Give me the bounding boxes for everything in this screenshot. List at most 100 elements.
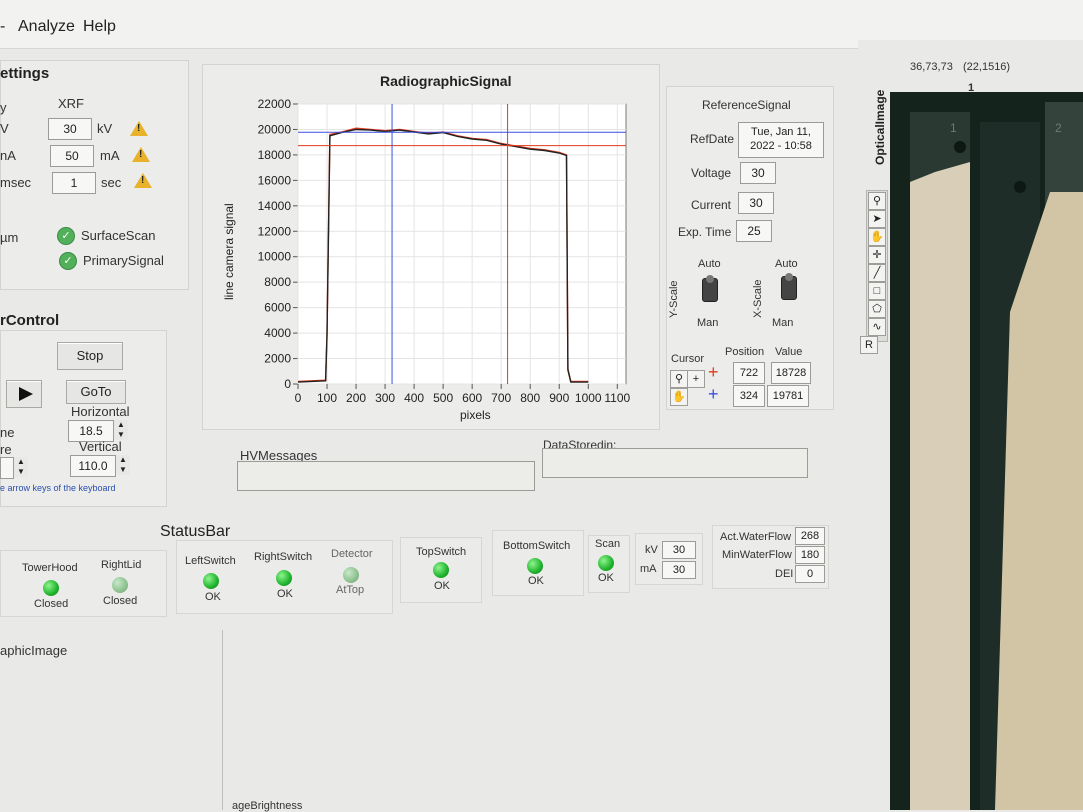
left-stepper[interactable]: ▲ ▼ xyxy=(13,457,28,477)
y-tick-label: 16000 xyxy=(258,173,292,187)
optical-header-strip xyxy=(858,40,1083,60)
pointer-icon[interactable]: ➤ xyxy=(868,210,886,228)
status-led-topswitch xyxy=(433,562,449,578)
vertical-stepper[interactable]: ▲ ▼ xyxy=(115,455,130,475)
status-led-leftswitch xyxy=(203,573,219,589)
optical-coords2: (22,1516) xyxy=(963,61,1011,73)
voltage-unit: kV xyxy=(97,121,113,136)
hand-icon[interactable]: ✋ xyxy=(670,388,688,406)
x-tick-label: 900 xyxy=(549,391,569,405)
status-state-towerhood: Closed xyxy=(34,598,69,610)
goto-button[interactable]: GoTo xyxy=(66,380,126,404)
settings-row-label-0: y xyxy=(0,100,7,115)
status-state-topswitch: OK xyxy=(434,580,450,592)
y-tick-label: 6000 xyxy=(264,301,291,315)
status-name-towerhood: TowerHood xyxy=(22,562,78,574)
stop-button[interactable]: Stop xyxy=(57,342,123,370)
optical-coords: 36,73,73 xyxy=(910,61,953,73)
re-label: re xyxy=(0,442,12,457)
x-tick-label: 400 xyxy=(404,391,424,405)
time-unit: sec xyxy=(101,175,122,190)
play-button[interactable] xyxy=(6,380,42,408)
voltage-ref-label: Voltage xyxy=(691,166,732,180)
current-unit: mA xyxy=(100,148,120,163)
status-led-rightlid xyxy=(112,577,128,593)
bottom-divider xyxy=(222,630,223,810)
x-tick-label: 700 xyxy=(491,391,511,405)
status-state-scan: OK xyxy=(598,572,614,584)
xscale-auto-label: Auto xyxy=(775,258,798,270)
time-input[interactable]: 1 xyxy=(52,172,96,194)
reset-button[interactable]: R xyxy=(860,336,878,354)
crosshair-icon[interactable]: ✛ xyxy=(868,246,886,264)
xscale-toggle[interactable] xyxy=(781,273,797,300)
current-input[interactable]: 50 xyxy=(50,145,94,167)
settings-title: ettings xyxy=(0,65,50,82)
cursor1-position: 722 xyxy=(733,362,765,384)
polygon-icon[interactable]: ⬠ xyxy=(868,300,886,318)
settings-row-label-2: nA xyxy=(0,148,16,163)
optical-title: OpticalImage xyxy=(873,89,887,165)
x-tick-label: 100 xyxy=(317,391,337,405)
check-icon: ✓ xyxy=(57,227,75,245)
chart-title: RadiographicSignal xyxy=(380,73,512,89)
x-tick-label: 300 xyxy=(375,391,395,405)
position-header: Position xyxy=(725,346,765,358)
refdate-line-1: Tue, Jan 11, xyxy=(751,126,811,138)
menu-help[interactable]: Help xyxy=(83,18,116,36)
vertical-input[interactable]: 110.0 xyxy=(70,455,116,477)
hv-messages-field xyxy=(237,461,535,491)
cursor2-position: 324 xyxy=(733,385,765,407)
y-tick-label: 14000 xyxy=(258,199,292,213)
status-name-topswitch: TopSwitch xyxy=(416,546,467,558)
y-tick-label: 8000 xyxy=(264,275,291,289)
y-tick-label: 4000 xyxy=(264,326,291,340)
status-ma-label: mA xyxy=(640,563,657,575)
primary-signal-label[interactable]: PrimarySignal xyxy=(83,253,164,268)
warning-icon xyxy=(134,173,152,188)
y-tick-label: 0 xyxy=(284,377,291,391)
x-tick-label: 0 xyxy=(295,391,302,405)
x-tick-label: 600 xyxy=(462,391,482,405)
status-led-towerhood xyxy=(43,580,59,596)
status-name-scan: Scan xyxy=(595,538,621,550)
status-state-bottomswitch: OK xyxy=(528,575,544,587)
left-field[interactable] xyxy=(0,457,14,479)
optical-image[interactable]: 1 2 xyxy=(890,92,1083,810)
y-tick-label: 12000 xyxy=(258,224,292,238)
status-kv-value: 30 xyxy=(662,541,696,559)
y-tick-label: 20000 xyxy=(258,122,292,136)
crosshair-icon[interactable]: + xyxy=(687,370,705,388)
svg-text:1: 1 xyxy=(950,121,957,135)
current-ref-value: 30 xyxy=(738,192,774,214)
line-icon[interactable]: ╱ xyxy=(868,264,886,282)
cursor1-marker-icon: + xyxy=(708,362,719,382)
status-state-rightswitch: OK xyxy=(277,588,293,600)
status-led-scan xyxy=(598,555,614,571)
x-tick-label: 500 xyxy=(433,391,453,405)
rectangle-icon[interactable]: □ xyxy=(868,282,886,300)
status-name-rightswitch: RightSwitch xyxy=(254,551,313,563)
cursor2-value: 19781 xyxy=(767,385,809,407)
x-tick-label: 1100 xyxy=(604,391,630,405)
refdate-label: RefDate xyxy=(690,132,735,146)
micron-label: µm xyxy=(0,230,19,245)
graphic-image-label: aphicImage xyxy=(0,643,68,658)
cursor2-marker-icon: + xyxy=(708,384,719,404)
zoom-icon[interactable]: ⚲ xyxy=(670,370,688,388)
voltage-input[interactable]: 30 xyxy=(48,118,92,140)
status-led-rightswitch xyxy=(276,570,292,586)
ne-label: ne xyxy=(0,425,15,440)
surface-scan-label[interactable]: SurfaceScan xyxy=(81,228,155,243)
radiographic-chart[interactable]: 2200020000180001600014000120001000080006… xyxy=(230,92,650,408)
yscale-toggle[interactable] xyxy=(702,275,718,302)
zoom-icon[interactable]: ⚲ xyxy=(868,192,886,210)
hand-icon[interactable]: ✋ xyxy=(868,228,886,246)
status-group-1 xyxy=(0,550,167,617)
horizontal-stepper[interactable]: ▲ ▼ xyxy=(113,420,128,440)
statusbar-title: StatusBar xyxy=(160,523,231,540)
status-kv-label: kV xyxy=(645,544,658,556)
dei-value: 0 xyxy=(795,565,825,583)
freehand-icon[interactable]: ∿ xyxy=(868,318,886,336)
menu-analyze[interactable]: Analyze xyxy=(18,18,75,36)
